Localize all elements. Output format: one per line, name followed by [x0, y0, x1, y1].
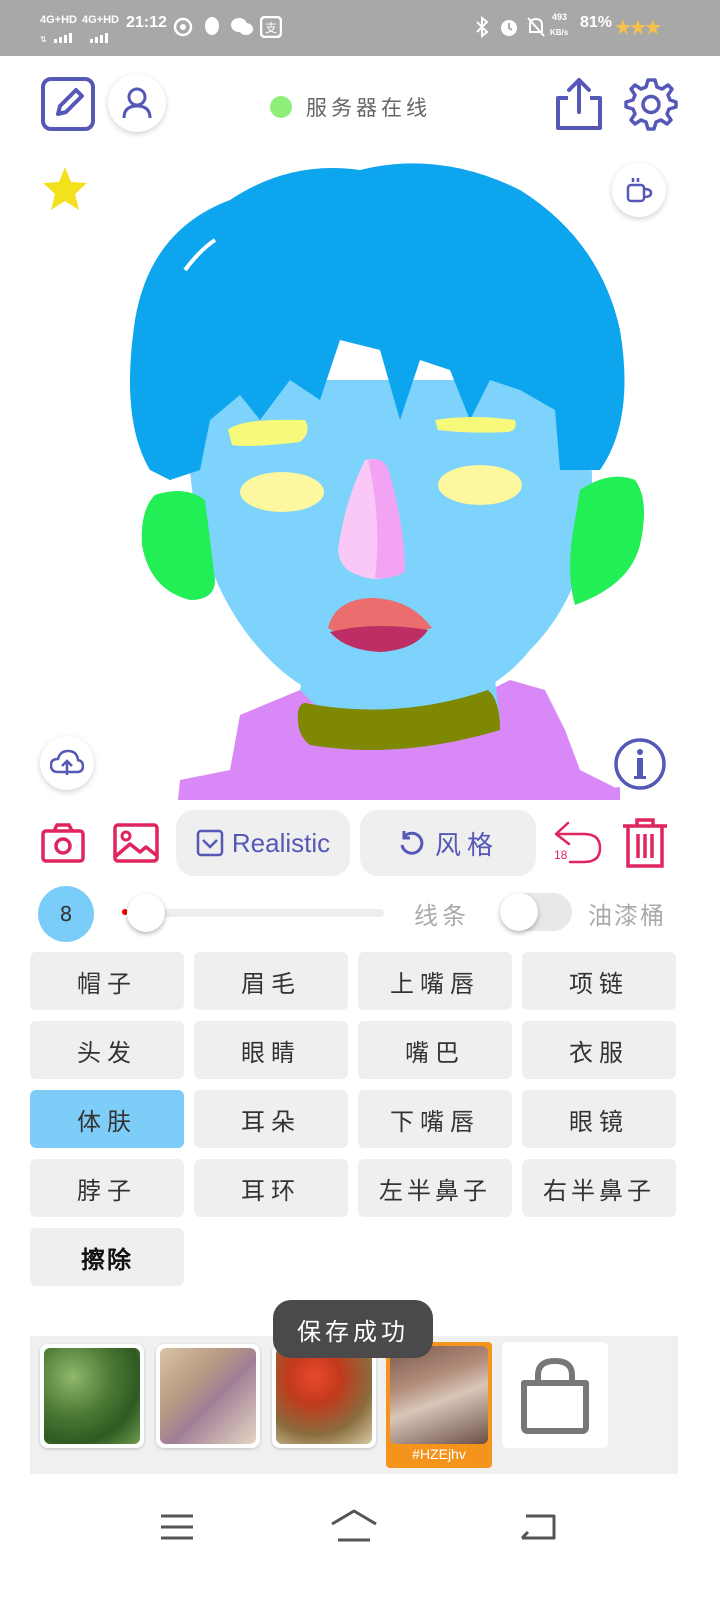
signal-bars-icon: ⇅ — [40, 28, 74, 44]
drawing-canvas[interactable] — [0, 150, 720, 800]
part-button-lower-lip[interactable]: 下嘴唇 — [358, 1090, 512, 1148]
paint-bucket-label: 油漆桶 — [588, 902, 666, 930]
network-indicator-1: 4G+HD — [40, 14, 77, 26]
signal-bars-icon — [82, 28, 116, 43]
part-button-left-nose[interactable]: 左半鼻子 — [358, 1159, 512, 1217]
style-reset-button[interactable]: 风格 — [360, 810, 536, 876]
part-button-clothes[interactable]: 衣服 — [522, 1021, 676, 1079]
part-button-eyes[interactable]: 眼睛 — [194, 1021, 348, 1079]
fill-mode-toggle-knob[interactable] — [500, 893, 538, 931]
alarm-icon — [498, 16, 520, 38]
part-button-mouth[interactable]: 嘴巴 — [358, 1021, 512, 1079]
battery-percent: 81% — [580, 14, 613, 31]
part-button-hat[interactable]: 帽子 — [30, 952, 184, 1010]
shopping-bag-icon — [521, 1357, 589, 1434]
part-button-ears[interactable]: 耳朵 — [194, 1090, 348, 1148]
camera-icon[interactable] — [40, 820, 86, 866]
swirl-icon — [172, 16, 194, 38]
home-nav-icon[interactable] — [330, 1508, 378, 1544]
erase-button[interactable]: 擦除 — [30, 1228, 184, 1286]
menu-nav-icon[interactable] — [160, 1512, 194, 1542]
mute-icon — [526, 16, 546, 38]
network-indicator-2: 4G+HD — [82, 14, 119, 26]
style-thumbnail[interactable] — [40, 1344, 144, 1448]
brush-size-badge[interactable]: 8 — [38, 886, 94, 942]
realistic-label: Realistic — [231, 827, 331, 858]
user-icon — [122, 87, 152, 119]
part-button-skin[interactable]: 体肤 — [30, 1090, 184, 1148]
style-thumbnail-image — [160, 1348, 256, 1444]
style-thumbnail[interactable] — [156, 1344, 260, 1448]
part-button-hair[interactable]: 头发 — [30, 1021, 184, 1079]
part-button-neck[interactable]: 脖子 — [30, 1159, 184, 1217]
style-thumbnail[interactable] — [272, 1344, 376, 1448]
part-button-right-nose[interactable]: 右半鼻子 — [522, 1159, 676, 1217]
bluetooth-icon — [474, 15, 490, 39]
part-button-eyebrows[interactable]: 眉毛 — [194, 952, 348, 1010]
style-store-button[interactable] — [502, 1342, 608, 1448]
info-icon[interactable] — [612, 736, 668, 792]
upload-button[interactable] — [40, 736, 94, 790]
wechat-icon — [230, 17, 254, 37]
coffee-button[interactable] — [612, 163, 666, 217]
realistic-button[interactable]: Realistic — [176, 810, 350, 876]
server-online-dot — [270, 96, 292, 118]
clock: 21:12 — [126, 14, 167, 31]
undo-count: 18 — [554, 848, 568, 862]
toast-message: 保存成功 — [273, 1300, 433, 1358]
rotate-ccw-icon — [400, 831, 424, 855]
svg-text:支: 支 — [265, 21, 277, 35]
image-gallery-icon[interactable] — [112, 820, 160, 866]
line-mode-label: 线条 — [414, 902, 470, 930]
qq-icon — [202, 16, 222, 38]
battery-stars-icon — [615, 18, 662, 38]
part-button-necklace[interactable]: 项链 — [522, 952, 676, 1010]
style-thumbnail-image — [44, 1348, 140, 1444]
style-label: 风格 — [434, 829, 499, 860]
trash-icon[interactable] — [620, 816, 670, 870]
status-bar: 4G+HD 4G+HD ⇅ 21:12 支 493 KB/s 81% — [0, 0, 720, 56]
server-status-label: 服务器在线 — [306, 96, 431, 120]
brush-size-slider-thumb[interactable] — [127, 894, 165, 932]
share-icon[interactable] — [554, 76, 604, 132]
svg-text:⇅: ⇅ — [40, 35, 47, 43]
alipay-icon: 支 — [259, 15, 283, 39]
back-nav-icon[interactable] — [520, 1510, 558, 1544]
user-profile-button[interactable] — [108, 74, 166, 132]
checkbox-icon — [196, 829, 224, 857]
edit-icon[interactable] — [40, 76, 96, 132]
coffee-cup-icon — [626, 178, 653, 203]
style-thumbnail-image — [390, 1346, 488, 1444]
undo-button[interactable]: 18 — [552, 816, 604, 868]
network-speed: 493 — [552, 12, 568, 22]
portrait-drawing — [130, 163, 644, 800]
server-status: 服务器在线 — [270, 92, 431, 122]
part-button-upper-lip[interactable]: 上嘴唇 — [358, 952, 512, 1010]
style-thumbnail-image — [276, 1348, 372, 1444]
favorite-star-icon[interactable] — [40, 165, 90, 213]
brush-size-slider-track[interactable] — [128, 909, 384, 917]
network-speed-unit: KB/s — [550, 28, 569, 37]
part-button-earrings[interactable]: 耳环 — [194, 1159, 348, 1217]
gear-icon[interactable] — [622, 76, 678, 132]
part-button-glasses[interactable]: 眼镜 — [522, 1090, 676, 1148]
cloud-upload-icon — [50, 749, 84, 775]
selected-style-thumbnail[interactable]: #HZEjhv — [386, 1342, 492, 1468]
selected-style-tag: #HZEjhv — [412, 1446, 466, 1462]
